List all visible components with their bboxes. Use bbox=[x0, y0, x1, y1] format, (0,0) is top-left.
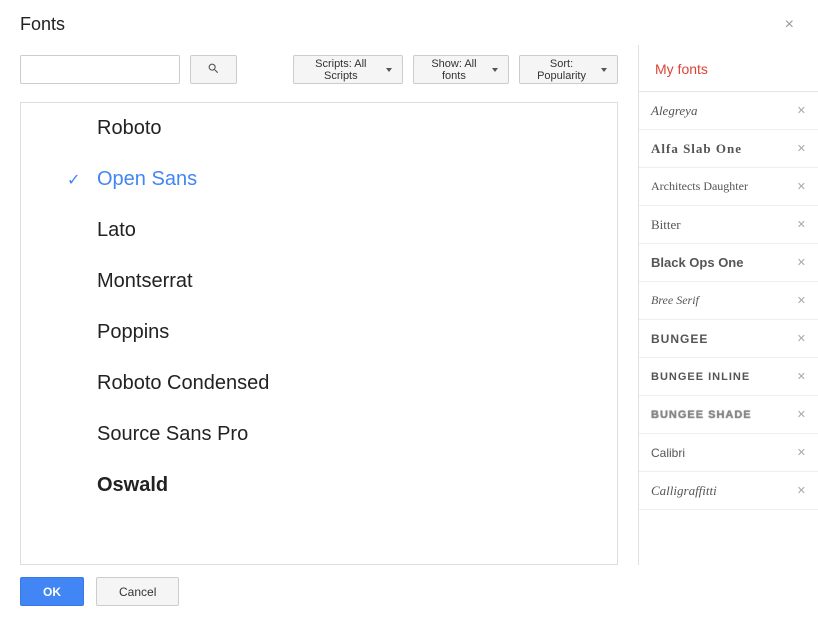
remove-font-icon[interactable]: ✕ bbox=[797, 180, 806, 193]
my-font-item[interactable]: Alegreya ✕ bbox=[639, 92, 818, 130]
chevron-down-icon bbox=[492, 68, 498, 72]
my-font-item[interactable]: Bungee Shade ✕ bbox=[639, 396, 818, 434]
remove-font-icon[interactable]: ✕ bbox=[797, 104, 806, 117]
my-font-name: Architects Daughter bbox=[651, 179, 748, 194]
scripts-label: Scripts: All Scripts bbox=[304, 58, 378, 82]
remove-font-icon[interactable]: ✕ bbox=[797, 332, 806, 345]
chevron-down-icon bbox=[601, 68, 607, 72]
font-name: Source Sans Pro bbox=[97, 423, 248, 446]
my-font-name: Alegreya bbox=[651, 103, 697, 119]
my-font-name: Bitter bbox=[651, 217, 681, 233]
my-font-name: Black Ops One bbox=[651, 255, 743, 270]
my-font-item[interactable]: Calibri ✕ bbox=[639, 434, 818, 472]
remove-font-icon[interactable]: ✕ bbox=[797, 446, 806, 459]
remove-font-icon[interactable]: ✕ bbox=[797, 408, 806, 421]
my-font-item[interactable]: Black Ops One ✕ bbox=[639, 244, 818, 282]
show-dropdown[interactable]: Show: All fonts bbox=[413, 55, 509, 84]
my-font-item[interactable]: Bree Serif ✕ bbox=[639, 282, 818, 320]
font-name: Poppins bbox=[97, 321, 169, 344]
font-list-item[interactable]: Roboto Condensed bbox=[21, 358, 617, 409]
my-fonts-panel: My fonts Alegreya ✕ Alfa Slab One ✕ Arch… bbox=[638, 45, 818, 565]
my-font-item[interactable]: Architects Daughter ✕ bbox=[639, 168, 818, 206]
cancel-button[interactable]: Cancel bbox=[96, 577, 179, 606]
font-list-item[interactable]: Roboto bbox=[21, 103, 617, 154]
my-font-name: Calligraffitti bbox=[651, 483, 717, 499]
my-font-item[interactable]: Bungee Inline ✕ bbox=[639, 358, 818, 396]
font-name: Roboto Condensed bbox=[97, 372, 269, 395]
my-fonts-list: Alegreya ✕ Alfa Slab One ✕ Architects Da… bbox=[639, 92, 818, 565]
my-font-name: Bungee Shade bbox=[651, 409, 752, 421]
font-list-item[interactable]: Oswald bbox=[21, 460, 617, 511]
font-list-item[interactable]: Montserrat bbox=[21, 256, 617, 307]
font-list-item[interactable]: Lato bbox=[21, 205, 617, 256]
font-name: Lato bbox=[97, 219, 136, 242]
my-font-item[interactable]: Alfa Slab One ✕ bbox=[639, 130, 818, 168]
font-list-item[interactable]: ✓ Open Sans bbox=[21, 154, 617, 205]
my-font-item[interactable]: Bungee ✕ bbox=[639, 320, 818, 358]
dialog-title: Fonts bbox=[20, 14, 65, 35]
remove-font-icon[interactable]: ✕ bbox=[797, 142, 806, 155]
my-font-name: Bree Serif bbox=[651, 293, 699, 308]
font-name: Montserrat bbox=[97, 270, 193, 293]
my-font-name: Bungee bbox=[651, 332, 708, 346]
sort-dropdown[interactable]: Sort: Popularity bbox=[519, 55, 618, 84]
my-font-item[interactable]: Calligraffitti ✕ bbox=[639, 472, 818, 510]
my-font-name: Calibri bbox=[651, 446, 685, 460]
font-name: Open Sans bbox=[97, 168, 197, 191]
my-font-name: Bungee Inline bbox=[651, 371, 750, 383]
my-font-name: Alfa Slab One bbox=[651, 141, 742, 157]
remove-font-icon[interactable]: ✕ bbox=[797, 370, 806, 383]
close-icon[interactable]: × bbox=[781, 16, 798, 34]
font-name: Oswald bbox=[97, 474, 168, 497]
remove-font-icon[interactable]: ✕ bbox=[797, 294, 806, 307]
sort-label: Sort: Popularity bbox=[530, 58, 593, 82]
font-list-item[interactable]: Poppins bbox=[21, 307, 617, 358]
font-search-input[interactable] bbox=[20, 55, 180, 84]
search-icon bbox=[207, 62, 220, 78]
remove-font-icon[interactable]: ✕ bbox=[797, 484, 806, 497]
search-button[interactable] bbox=[190, 55, 237, 84]
show-label: Show: All fonts bbox=[424, 58, 484, 82]
scripts-dropdown[interactable]: Scripts: All Scripts bbox=[293, 55, 403, 84]
font-list-item[interactable]: Source Sans Pro bbox=[21, 409, 617, 460]
chevron-down-icon bbox=[386, 68, 392, 72]
ok-button[interactable]: OK bbox=[20, 577, 84, 606]
my-fonts-title: My fonts bbox=[639, 45, 818, 92]
fonts-main-panel: Scripts: All Scripts Show: All fonts Sor… bbox=[0, 45, 638, 565]
font-name: Roboto bbox=[97, 117, 162, 140]
my-font-item[interactable]: Bitter ✕ bbox=[639, 206, 818, 244]
check-icon: ✓ bbox=[67, 170, 80, 190]
remove-font-icon[interactable]: ✕ bbox=[797, 256, 806, 269]
font-list[interactable]: Roboto ✓ Open Sans Lato Montserrat Poppi… bbox=[21, 103, 617, 564]
remove-font-icon[interactable]: ✕ bbox=[797, 218, 806, 231]
